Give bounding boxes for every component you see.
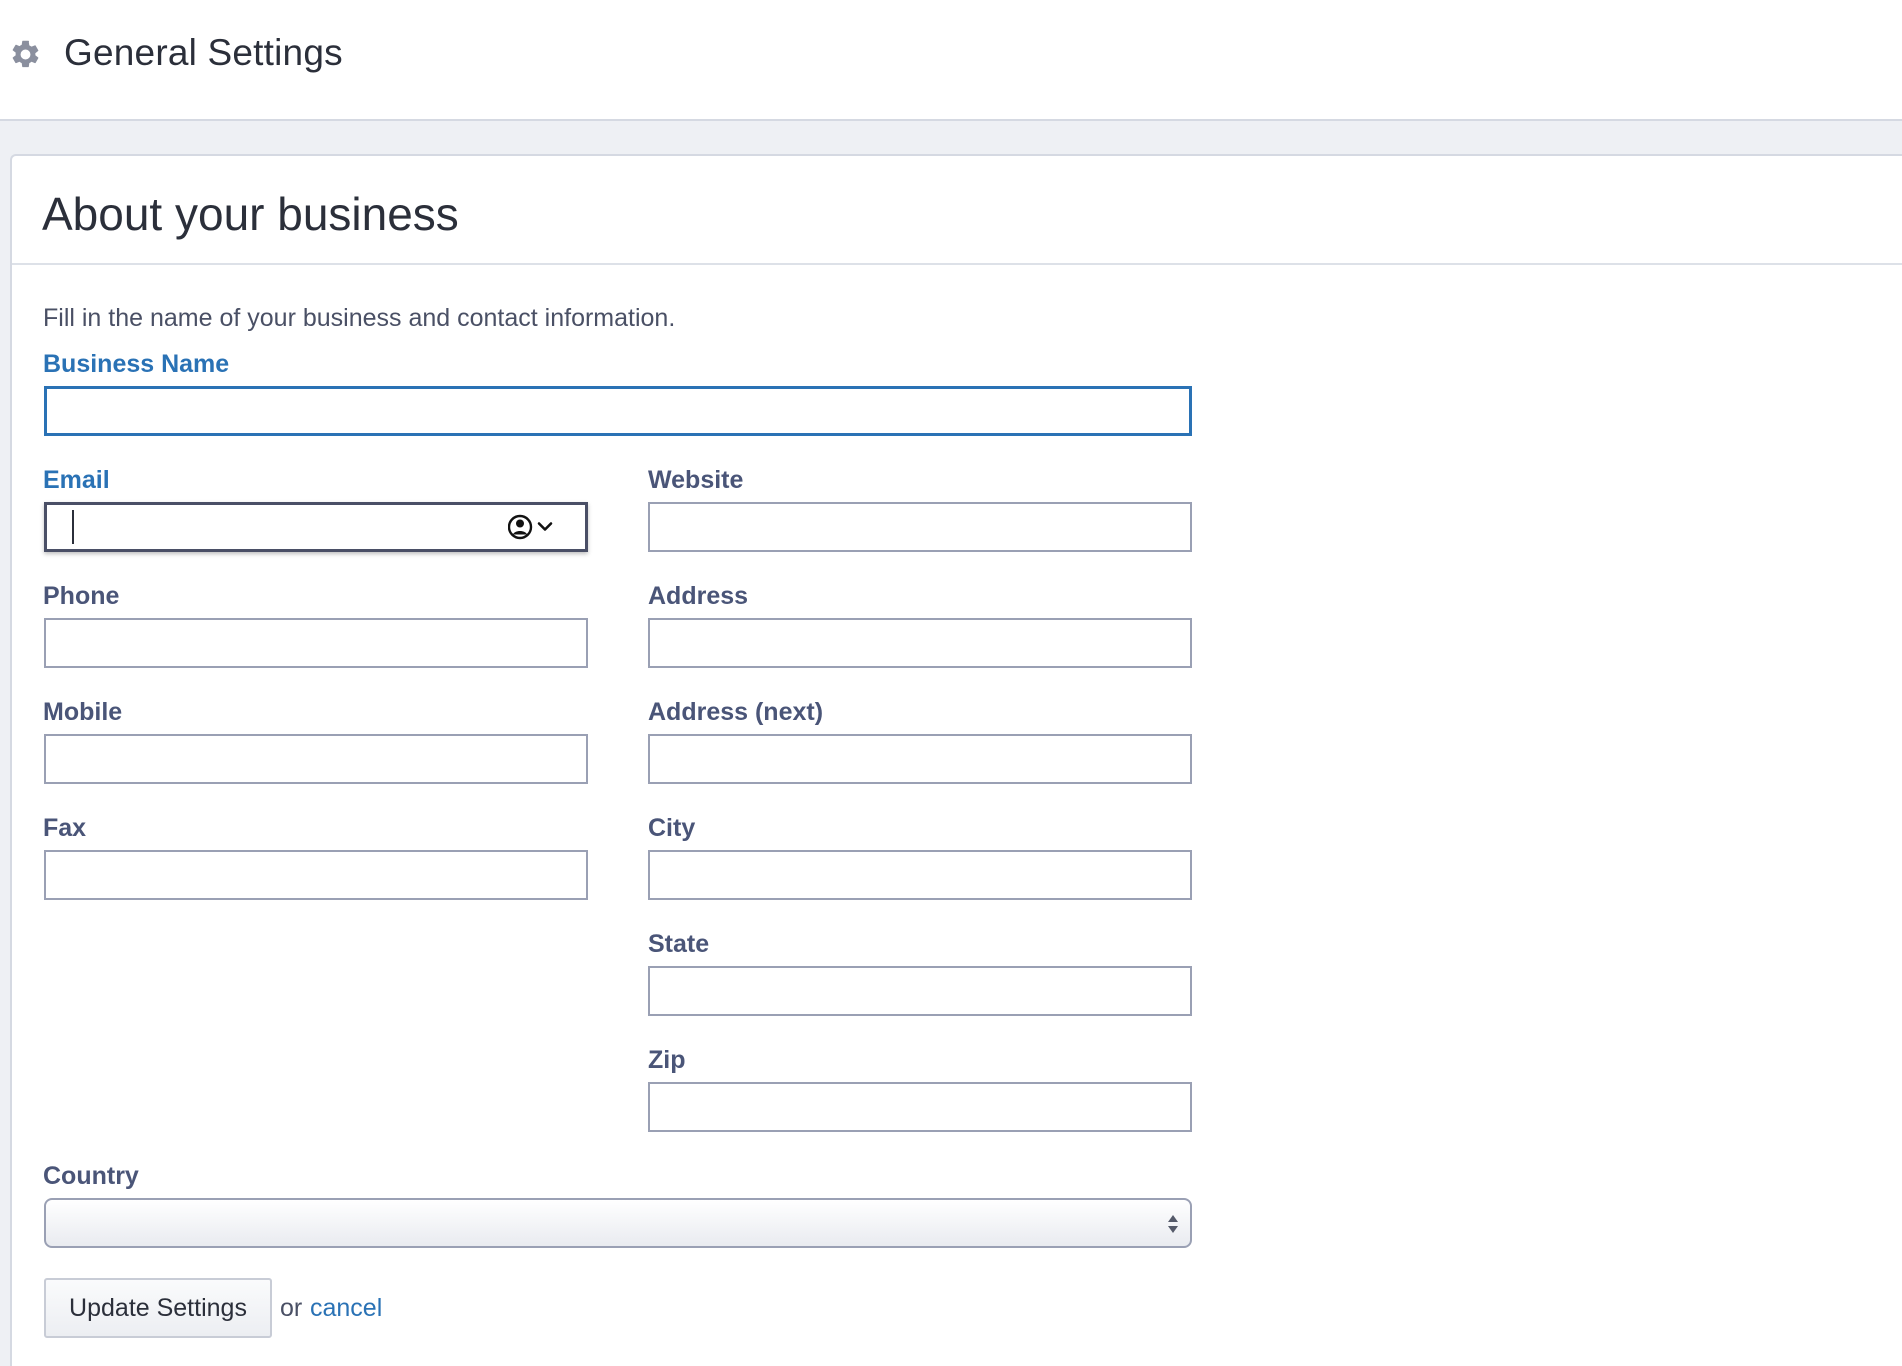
cancel-link[interactable]: cancel [310, 1292, 382, 1324]
zip-input[interactable] [648, 1082, 1192, 1132]
country-label: Country [43, 1162, 139, 1190]
email-label: Email [43, 466, 110, 494]
website-label: Website [648, 466, 744, 494]
section-intro: Fill in the name of your business and co… [43, 304, 676, 332]
contact-autofill-icon[interactable] [508, 513, 562, 541]
section-title: About your business [42, 188, 459, 240]
phone-label: Phone [43, 582, 120, 610]
select-arrows-icon [1168, 1215, 1178, 1233]
country-select[interactable] [44, 1198, 1192, 1248]
text-caret [72, 510, 74, 544]
or-text: or [280, 1294, 303, 1322]
state-input[interactable] [648, 966, 1192, 1016]
settings-card: About your business Fill in the name of … [10, 154, 1902, 1366]
business-name-label: Business Name [43, 350, 230, 378]
page-title: General Settings [64, 32, 343, 73]
zip-label: Zip [648, 1046, 686, 1074]
address-label: Address [648, 582, 749, 610]
section-divider [12, 263, 1902, 265]
business-name-input[interactable] [44, 386, 1192, 436]
mobile-label: Mobile [43, 698, 123, 726]
fax-input[interactable] [44, 850, 588, 900]
update-settings-button[interactable]: Update Settings [44, 1278, 272, 1338]
state-label: State [648, 930, 710, 958]
city-input[interactable] [648, 850, 1192, 900]
website-input[interactable] [648, 502, 1192, 552]
email-input[interactable] [44, 502, 588, 552]
address-input[interactable] [648, 618, 1192, 668]
address-next-input[interactable] [648, 734, 1192, 784]
address-next-label: Address (next) [648, 698, 824, 726]
page-header: General Settings [0, 0, 1902, 121]
mobile-input[interactable] [44, 734, 588, 784]
phone-input[interactable] [44, 618, 588, 668]
gear-icon [12, 40, 39, 68]
fax-label: Fax [43, 814, 87, 842]
city-label: City [648, 814, 696, 842]
